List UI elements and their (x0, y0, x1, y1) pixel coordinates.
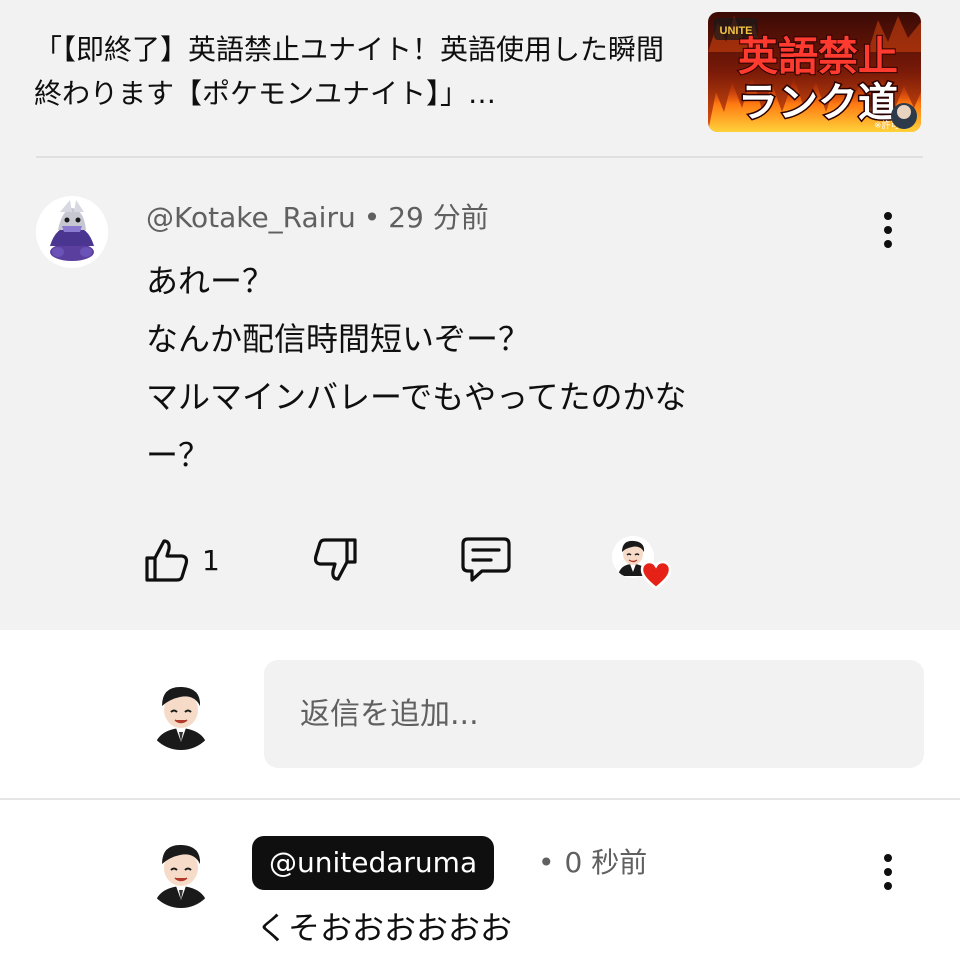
like-button[interactable]: 1 (144, 536, 220, 584)
divider (36, 156, 923, 158)
thumbs-down-icon (313, 538, 357, 581)
comment-line: マルマインバレーでもやってたのかな (146, 378, 687, 416)
meta-separator: • (363, 201, 381, 234)
dislike-button[interactable] (312, 536, 358, 584)
video-title[interactable]: 「【即終了】英語禁止ユナイト！英語使用した瞬間終わります【ポケモンユナイト】」… (34, 28, 684, 116)
current-user-avatar (146, 680, 216, 750)
reply-time: 0 秒前 (564, 846, 648, 879)
thumbnail-title-line2: ランク道 (738, 80, 898, 126)
thumbnail-title-line1: 英語禁止 (738, 34, 898, 80)
reply-button[interactable] (460, 536, 512, 584)
commenter-avatar[interactable] (36, 196, 108, 268)
divider (0, 798, 960, 800)
heart-icon (640, 560, 672, 590)
comment-meta: @Kotake_Rairu • 29 分前 (146, 200, 489, 236)
comment-line: ー？ (146, 436, 211, 474)
reply-author-handle[interactable]: @unitedaruma (252, 836, 495, 890)
comment-body: あれー？ なんか配信時間短いぞー？ マルマインバレーでもやってたのかな ー？ (146, 252, 846, 484)
comment-author[interactable]: @Kotake_Rairu (146, 201, 356, 234)
like-count: 1 (202, 543, 220, 577)
comment-more-icon[interactable] (876, 208, 900, 252)
comment-icon (461, 537, 511, 582)
reply-more-icon[interactable] (876, 850, 900, 894)
comment-time: 29 分前 (388, 201, 489, 234)
meta-separator: • (538, 846, 555, 879)
thumbs-up-icon (145, 539, 189, 582)
reply-input[interactable] (264, 660, 924, 768)
reply-text: くそおおおおおお (256, 909, 513, 947)
comment-line: なんか配信時間短いぞー？ (146, 320, 531, 358)
reply-meta: • 0 秒前 (538, 845, 647, 881)
video-thumbnail[interactable]: UNITE 英語禁止 ランク道 ※許可済 (708, 12, 921, 132)
comment-line: あれー？ (146, 262, 275, 300)
reply-author-avatar[interactable] (146, 838, 216, 908)
